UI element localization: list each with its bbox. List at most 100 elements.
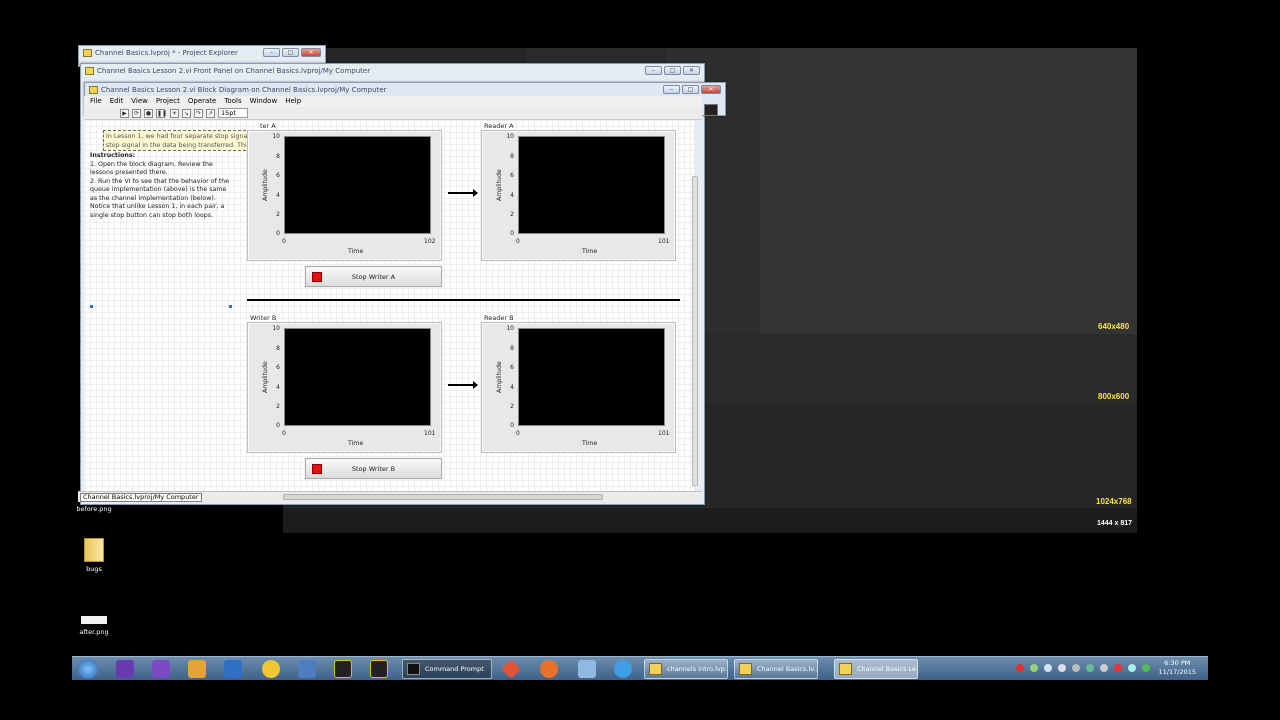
taskbar-task-3[interactable]: Channel Basics Le...: [834, 659, 918, 679]
tray-speaker-icon[interactable]: [1100, 664, 1108, 672]
y-axis-label: Amplitude: [262, 361, 269, 393]
window-title: Channel Basics Lesson 2.vi Front Panel o…: [97, 67, 371, 75]
labview-2-icon[interactable]: [370, 660, 388, 678]
close-button[interactable]: ✕: [701, 85, 721, 94]
maximize-button[interactable]: □: [282, 48, 299, 57]
stop-writer-b-button[interactable]: Stop Writer B: [305, 458, 442, 479]
outlook-icon[interactable]: [224, 660, 242, 678]
tray-battery-icon[interactable]: [1142, 664, 1150, 672]
instructions-line: lessons presented there.: [90, 169, 168, 176]
menu-file[interactable]: File: [90, 96, 102, 107]
reader-b-chart[interactable]: Reader B 10 8 6 4 2 0 0 101 Amplitude Ti…: [481, 314, 676, 453]
y-tick: 10: [272, 133, 280, 140]
tray-flag-icon[interactable]: [1114, 664, 1122, 672]
minimize-button[interactable]: –: [663, 85, 680, 94]
menu-help[interactable]: Help: [285, 96, 301, 107]
lesson-note-line2: stop signal in the data being transferre…: [106, 142, 261, 149]
tray-wifi-icon[interactable]: [1128, 664, 1136, 672]
vertical-scrollbar[interactable]: [692, 176, 698, 486]
y-tick: 2: [510, 403, 514, 410]
desktop-icon-bugs[interactable]: bugs: [76, 538, 112, 573]
minimize-button[interactable]: –: [645, 66, 662, 75]
tray-shield-icon[interactable]: [1086, 664, 1094, 672]
tray-clock-icon[interactable]: [1058, 664, 1066, 672]
task-label: Channel Basics.lv...: [757, 665, 818, 673]
maximize-button[interactable]: □: [682, 85, 699, 94]
abort-icon[interactable]: ●: [144, 109, 153, 118]
desktop-icon-label: bugs: [86, 565, 102, 573]
pause-icon[interactable]: ❚❚: [156, 109, 167, 118]
desktop-icon-before[interactable]: before.png: [72, 505, 116, 513]
start-button-icon[interactable]: [78, 659, 98, 679]
network-tool-icon[interactable]: [298, 660, 316, 678]
git-icon[interactable]: [501, 659, 521, 679]
instructions-text: Instructions: 1. Open the block diagram.…: [90, 152, 235, 220]
project-path[interactable]: Channel Basics.lvproj/My Computer: [80, 493, 202, 502]
internet-explorer-icon[interactable]: [614, 660, 632, 678]
minimize-button[interactable]: –: [263, 48, 280, 57]
reader-a-chart[interactable]: Reader A 10 8 6 4 2 0 0 101 Amplitude Ti…: [481, 122, 676, 261]
y-tick: 8: [510, 153, 514, 160]
tray-error-icon[interactable]: [1016, 664, 1024, 672]
desktop-icon-label: before.png: [76, 505, 112, 513]
labview-icon[interactable]: [334, 660, 352, 678]
y-tick: 8: [510, 345, 514, 352]
paint-icon[interactable]: [188, 660, 206, 678]
step-into-icon[interactable]: ↘: [182, 109, 191, 118]
menu-tools[interactable]: Tools: [224, 96, 241, 107]
x-tick-max: 101: [658, 430, 670, 437]
x-tick-min: 0: [516, 430, 520, 437]
menu-window[interactable]: Window: [250, 96, 278, 107]
font-size-dropdown[interactable]: 15pt: [218, 108, 248, 118]
y-tick: 6: [276, 172, 280, 179]
tray-clock[interactable]: 6:30 PM 11/17/2015: [1159, 659, 1196, 677]
x-axis-label: Time: [348, 248, 364, 255]
taskbar-task-2[interactable]: Channel Basics.lv...: [734, 659, 818, 679]
stop-writer-a-button[interactable]: Stop Writer A: [305, 266, 442, 287]
y-tick: 10: [506, 133, 514, 140]
y-axis-label: Amplitude: [496, 169, 503, 201]
taskbar: Command Prompt channels intro.lvp... Cha…: [72, 656, 1208, 680]
taskbar-command-prompt[interactable]: Command Prompt: [402, 659, 492, 679]
y-tick: 4: [276, 192, 280, 199]
y-tick: 4: [276, 384, 280, 391]
chart-title: ter A: [260, 122, 276, 130]
run-arrow-icon[interactable]: ▶: [120, 109, 129, 118]
y-tick: 4: [510, 384, 514, 391]
y-tick: 8: [276, 345, 280, 352]
tray-update-icon[interactable]: [1044, 664, 1052, 672]
visual-studio-2-icon[interactable]: [152, 660, 170, 678]
menu-operate[interactable]: Operate: [188, 96, 216, 107]
task-label: channels intro.lvp...: [667, 665, 728, 673]
tray-settings-icon[interactable]: [1072, 664, 1080, 672]
writer-a-chart[interactable]: ter A 10 8 6 4 2 0 0 102 Amplitude Time: [247, 122, 442, 261]
visual-studio-icon[interactable]: [116, 660, 134, 678]
close-button[interactable]: ✕: [301, 48, 321, 57]
terminal-icon: [407, 663, 420, 675]
desktop-icon-after[interactable]: after.png: [72, 616, 116, 636]
clock-time: 6:30 PM: [1164, 659, 1191, 667]
y-tick: 10: [272, 325, 280, 332]
close-button[interactable]: ✕: [683, 66, 700, 75]
chrome-icon[interactable]: [262, 660, 280, 678]
editor-icon[interactable]: [578, 660, 596, 678]
menu-project[interactable]: Project: [156, 96, 180, 107]
task-label: Command Prompt: [425, 665, 484, 673]
run-continuously-icon[interactable]: ⟳: [132, 109, 141, 118]
taskbar-task-1[interactable]: channels intro.lvp...: [644, 659, 728, 679]
status-bar: Channel Basics.lvproj/My Computer: [78, 491, 702, 502]
menu-edit[interactable]: Edit: [110, 96, 124, 107]
y-tick: 0: [276, 230, 280, 237]
maximize-button[interactable]: □: [664, 66, 681, 75]
instructions-line: queue implementation (above) is the same: [90, 186, 227, 193]
y-tick: 2: [510, 211, 514, 218]
writer-b-chart[interactable]: Writer B 10 8 6 4 2 0 0 101 Amplitude Ti…: [247, 314, 442, 453]
step-over-icon[interactable]: ↷: [194, 109, 203, 118]
menu-view[interactable]: View: [131, 96, 148, 107]
horizontal-scrollbar[interactable]: [283, 494, 603, 500]
firefox-icon[interactable]: [540, 660, 558, 678]
desktop-icon-label: after.png: [79, 628, 109, 636]
highlight-icon[interactable]: ☀: [170, 109, 179, 118]
tray-network-icon[interactable]: [1030, 664, 1038, 672]
step-out-icon[interactable]: ↗: [206, 109, 215, 118]
